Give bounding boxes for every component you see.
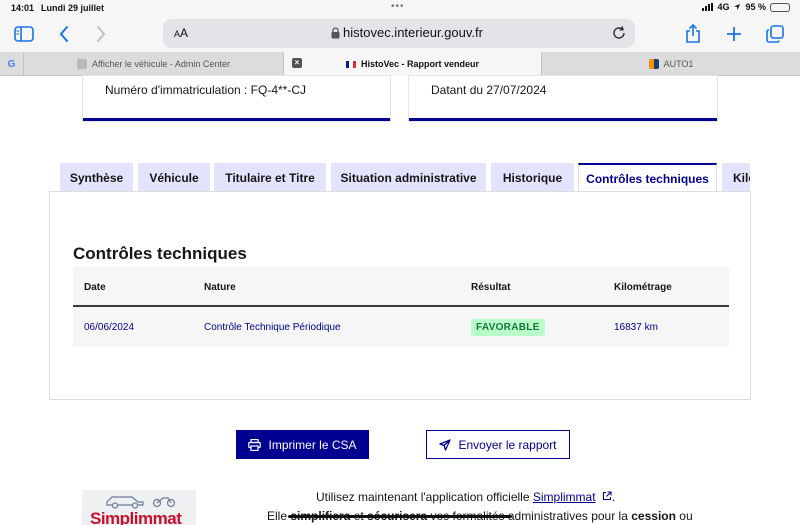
tab-synthese[interactable]: Synthèse [60, 163, 133, 192]
plate-number-text: Numéro d'immatriculation : FQ-4**-CJ [105, 83, 307, 97]
network-type: 4G [717, 2, 730, 12]
tab-titulaire-et-titre[interactable]: Titulaire et Titre [214, 163, 326, 192]
tab-controles-techniques[interactable]: Contrôles techniques [578, 163, 717, 192]
column-header-date: Date [84, 281, 106, 293]
status-time: 14:01 [11, 3, 35, 13]
send-icon [439, 438, 452, 451]
report-date-card: Datant du 27/07/2024 [409, 76, 717, 121]
battery-percent: 95 % [745, 2, 766, 12]
cell-resultat: FAVORABLE [471, 307, 545, 347]
browser-tab-google[interactable]: G [0, 52, 24, 76]
vehicle-plate-card: Numéro d'immatriculation : FQ-4**-CJ [83, 76, 390, 121]
send-report-label: Envoyer le rapport [458, 437, 557, 452]
browser-tab-label: Afficher le véhicule - Admin Center [92, 59, 230, 69]
location-icon [734, 4, 741, 10]
status-bar: 14:01 Lundi 29 juillet ••• 4G 95 % [0, 0, 800, 16]
reader-options-button[interactable]: AA [174, 26, 188, 40]
home-indicator[interactable] [288, 515, 512, 518]
column-header-nature: Nature [204, 281, 236, 293]
browser-tab-label: HistoVec - Rapport vendeur [360, 59, 480, 69]
print-csa-button[interactable]: Imprimer le CSA [236, 430, 369, 459]
admin-center-favicon-icon [77, 59, 88, 69]
external-link-icon [602, 491, 612, 501]
browser-tab-bar: G Afficher le véhicule - Admin Center × … [0, 52, 800, 76]
browser-tab-admin-center[interactable]: Afficher le véhicule - Admin Center [24, 52, 284, 76]
address-bar[interactable]: AA histovec.interieur.gouv.fr [163, 19, 635, 48]
promo-line-1: Utilisez maintenant l'application offici… [316, 490, 616, 504]
cellular-signal-icon [702, 3, 714, 11]
status-date: Lundi 29 juillet [41, 3, 105, 13]
battery-icon [770, 2, 790, 12]
send-report-button[interactable]: Envoyer le rapport [426, 430, 570, 459]
report-date-text: Datant du 27/07/2024 [431, 83, 547, 97]
column-header-resultat: Résultat [471, 281, 511, 293]
cell-date: 06/06/2024 [84, 321, 135, 333]
multitasking-dots-icon[interactable]: ••• [391, 1, 405, 12]
reload-icon[interactable] [611, 25, 627, 41]
controles-table: Date Nature Résultat Kilométrage 06/06/2… [73, 267, 729, 347]
section-title: Contrôles techniques [73, 244, 247, 263]
cell-nature: Contrôle Technique Périodique [204, 321, 341, 333]
close-tab-icon[interactable]: × [292, 58, 302, 68]
browser-tab-histovec[interactable]: × HistoVec - Rapport vendeur [284, 52, 542, 76]
promo-text: Utilisez maintenant l'application offici… [316, 490, 530, 504]
google-icon: G [7, 58, 16, 70]
sidebar-toggle-icon[interactable] [12, 23, 36, 45]
tab-vehicule[interactable]: Véhicule [138, 163, 210, 192]
simplimmat-logo-text: Simplimmat [90, 509, 182, 525]
tabs-overview-icon[interactable] [763, 23, 787, 45]
url-text: histovec.interieur.gouv.fr [343, 25, 483, 40]
table-header-row: Date Nature Résultat Kilométrage [73, 267, 729, 307]
tab-situation-administrative[interactable]: Situation administrative [331, 163, 486, 192]
simplimmat-logo[interactable]: Simplimmat [82, 490, 196, 525]
share-icon[interactable] [681, 23, 705, 45]
simplimmat-link[interactable]: Simplimmat [533, 490, 596, 504]
tab-kilometrage[interactable]: Kilo [722, 163, 750, 192]
browser-tab-auto1[interactable]: AUTO1 [542, 52, 800, 76]
lock-icon [331, 27, 340, 39]
browser-toolbar: AA histovec.interieur.gouv.fr [0, 16, 800, 52]
back-icon[interactable] [52, 23, 76, 45]
status-badge: FAVORABLE [471, 318, 545, 336]
motorbike-icon [152, 497, 176, 508]
tab-historique[interactable]: Historique [491, 163, 574, 192]
new-tab-icon[interactable] [722, 23, 746, 45]
print-csa-label: Imprimer le CSA [268, 437, 357, 452]
auto1-favicon-icon [648, 59, 659, 69]
browser-tab-label: AUTO1 [663, 59, 694, 69]
cell-kilometrage: 16837 km [614, 321, 658, 333]
controles-techniques-panel: Contrôles techniques Date Nature Résulta… [49, 191, 751, 400]
table-row: 06/06/2024 Contrôle Technique Périodique… [73, 307, 729, 347]
printer-icon [248, 438, 262, 451]
report-tabs: Synthèse Véhicule Titulaire et Titre Sit… [60, 163, 750, 192]
forward-icon[interactable] [89, 23, 113, 45]
car-icon [106, 496, 144, 509]
french-flag-icon [345, 60, 356, 68]
column-header-kilometrage: Kilométrage [614, 281, 672, 293]
